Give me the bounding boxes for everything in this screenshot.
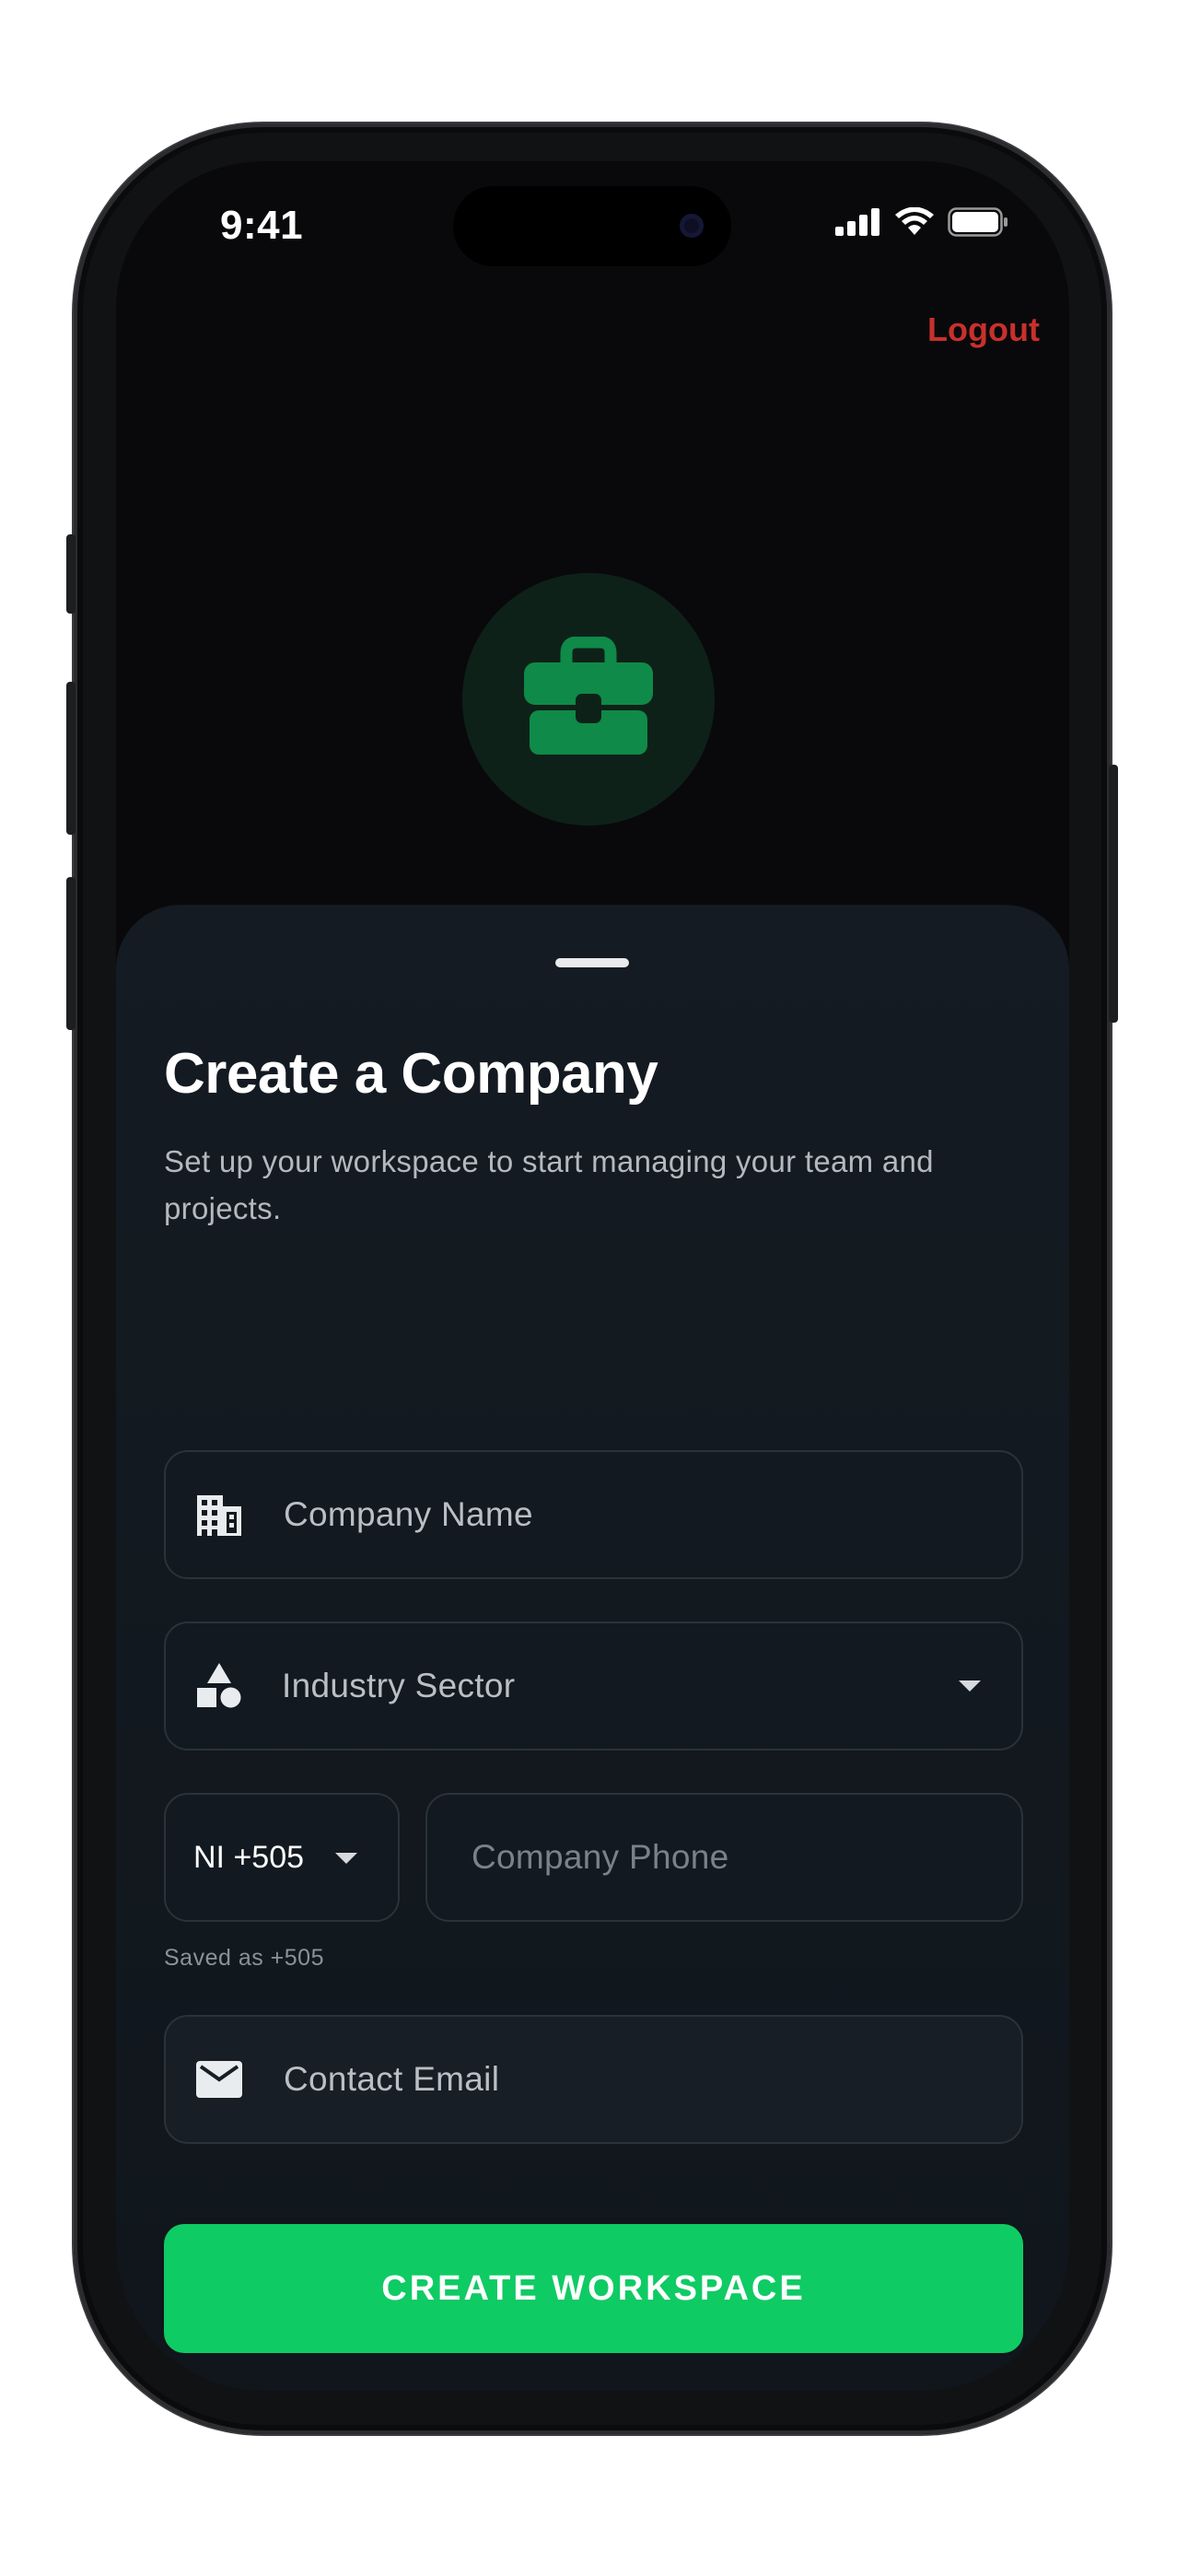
company-name-field[interactable]	[164, 1450, 1023, 1579]
hero-icon-badge	[462, 573, 715, 825]
company-phone-field[interactable]	[425, 1793, 1023, 1922]
chevron-down-icon	[959, 1680, 981, 1692]
wifi-icon	[894, 206, 935, 241]
battery-icon	[948, 207, 1008, 241]
camera-icon	[680, 214, 704, 238]
country-code-value: NI +505	[193, 1839, 305, 1875]
signal-icon	[835, 208, 881, 240]
screen: 9:41 Logout Create a Company Set up your…	[116, 161, 1069, 2391]
power-button	[1109, 765, 1118, 1023]
industry-sector-dropdown[interactable]: Industry Sector	[164, 1622, 1023, 1751]
country-code-select[interactable]: NI +505	[164, 1793, 400, 1922]
dynamic-island	[453, 186, 731, 266]
action-button	[66, 534, 76, 614]
briefcase-icon	[524, 636, 653, 763]
building-icon	[195, 1491, 243, 1539]
contact-email-field[interactable]	[164, 2015, 1023, 2144]
page-title: Create a Company	[164, 1042, 658, 1106]
logout-button[interactable]: Logout	[927, 310, 1040, 349]
create-workspace-button[interactable]: CREATE WORKSPACE	[164, 2224, 1023, 2353]
phone-helper-text: Saved as +505	[164, 1945, 324, 1971]
contact-email-input[interactable]	[282, 2059, 930, 2100]
volume-down-button	[66, 877, 76, 1030]
page: 9:41 Logout Create a Company Set up your…	[0, 0, 1188, 2576]
volume-up-button	[66, 682, 76, 835]
status-icons	[835, 206, 1008, 241]
industry-sector-label: Industry Sector	[282, 1667, 516, 1704]
company-phone-input[interactable]	[470, 1837, 989, 1878]
chevron-down-icon	[335, 1853, 357, 1864]
sheet-drag-handle[interactable]	[555, 958, 629, 967]
status-time: 9:41	[220, 203, 304, 248]
mail-icon	[195, 2055, 243, 2103]
shapes-icon	[195, 1662, 243, 1710]
company-name-input[interactable]	[282, 1494, 930, 1535]
page-subtitle: Set up your workspace to start managing …	[164, 1144, 934, 1225]
create-company-sheet: Create a Company Set up your workspace t…	[116, 905, 1069, 2391]
